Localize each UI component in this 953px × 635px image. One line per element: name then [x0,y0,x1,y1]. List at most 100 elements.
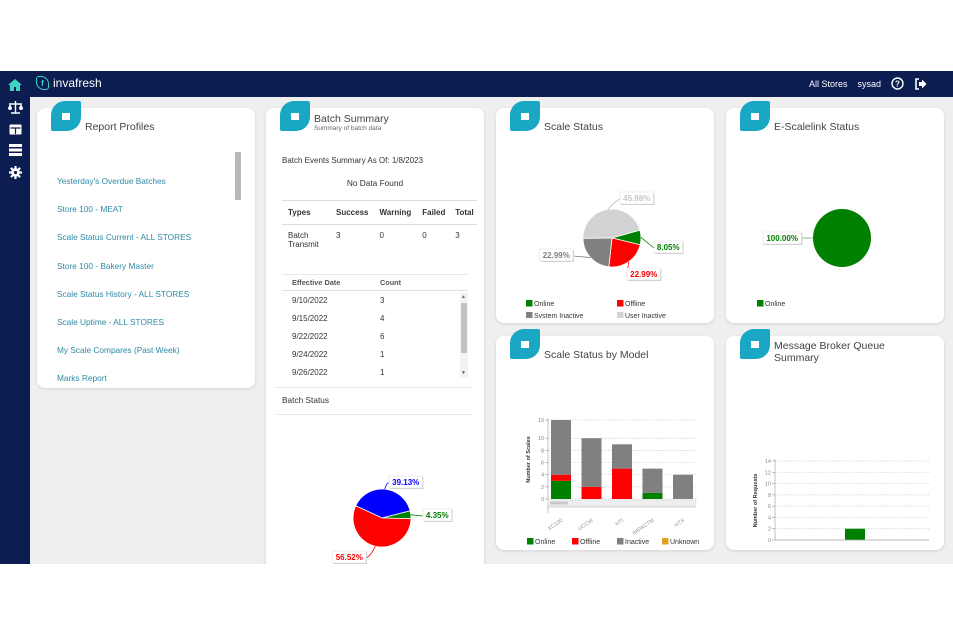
count-cell: 1 [380,349,385,359]
legend-swatch [572,538,579,545]
scrollbar[interactable]: ▲ ▼ [460,293,468,377]
svg-text:?: ? [895,79,900,88]
column-header: Effective Date [292,278,341,287]
y-tick-label: 12 [765,470,771,476]
menu-icon [751,112,759,120]
report-profile-link[interactable]: Scale Status Current - ALL STORES [57,232,191,260]
count-cell: 6 [380,331,385,341]
scrollbar-thumb[interactable] [235,152,241,200]
table-grid-icon[interactable] [7,121,23,137]
user-menu[interactable]: sysad [857,79,881,89]
bar-segment-inactive [551,420,571,475]
y-tick-label: 2 [768,527,771,533]
card-menu-button[interactable] [740,101,770,131]
message-broker-queue-card: Message Broker Queue Summary 0 2 4 6 8 10 12 14… [726,329,944,550]
scale-status-pie-chart: 45.98% 8.05% 22.99% 22.99% Online Offline Syst… [526,191,684,318]
legend-label: Offline [625,301,645,308]
legend-label: Online [534,301,554,308]
table-row[interactable]: 9/24/2022 1 [282,345,468,363]
effective-date-cell: 9/15/2022 [292,313,328,323]
card-title: Message Broker Queue Summary [774,340,885,364]
y-tick-label: 13 [538,418,544,424]
report-profile-link[interactable]: Store 100 - MEAT [57,204,191,232]
batch-status-label: Batch Status [282,395,330,405]
report-profile-link[interactable]: My Scale Compares (Past Week) [57,345,191,373]
brand-logo[interactable]: f invafresh [36,76,102,90]
legend-label: Online [765,301,785,308]
pie-label-connector [365,546,376,559]
table-cell: 3 [336,231,341,240]
table-row[interactable]: 9/22/2022 6 [282,327,468,345]
x-tick-label: HTI [614,517,625,527]
card-title: Report Profiles [85,121,155,133]
count-cell: 3 [380,295,385,305]
pie-label-connector [384,482,390,490]
scroll-up-icon[interactable]: ▲ [461,294,466,300]
y-axis-title: Number of Requests [753,474,759,528]
x-tick-label: IMPACTM [632,517,656,536]
legend-swatch [757,300,764,307]
effective-date-cell: 9/24/2022 [292,349,328,359]
bar-segment-offline [551,474,571,481]
card-menu-button[interactable] [51,101,81,131]
pie-value-label: 4.35% [426,511,449,520]
scroll-down-icon[interactable]: ▼ [461,370,466,376]
card-menu-button[interactable] [740,329,770,359]
y-axis-title: Number of Scales [526,436,532,482]
effective-date-cell: 9/22/2022 [292,331,328,341]
scale-balance-icon[interactable] [7,99,23,115]
store-selector[interactable]: All Stores [809,79,848,89]
table-row[interactable]: 9/15/2022 4 [282,309,468,327]
count-cell: 1 [380,367,385,377]
table-header-row: Effective Date Count [282,275,468,291]
report-profile-link[interactable]: Scale Status History - ALL STORES [57,289,191,317]
pie-value-label: 22.99% [630,270,657,279]
escalelink-status-pie-chart: 100.00% Online [757,209,871,308]
bar-segment-inactive [642,468,663,493]
legend-swatch [617,312,624,318]
report-profile-link[interactable]: Scale Uptime - ALL STORES [57,317,191,345]
report-profile-link[interactable]: Marks Report [57,373,191,401]
report-profile-link[interactable]: Yesterday's Overdue Batches [57,176,191,204]
pie-label-connector [410,514,424,517]
y-tick-label: 6 [541,461,544,467]
divider [276,387,472,388]
y-tick-label: 4 [541,473,544,479]
card-title: Scale Status by Model [544,349,649,361]
y-tick-label: 10 [765,482,771,488]
pie-value-label: 39.13% [392,478,419,487]
sign-out-icon[interactable] [914,77,927,90]
y-tick-label: 4 [768,515,771,521]
column-header: Warning [373,200,417,225]
summary-as-of: Batch Events Summary As Of: 1/8/2023 [282,156,423,165]
table-row[interactable]: 9/26/2022 1 [282,363,468,381]
scrollbar-thumb[interactable] [461,303,467,353]
scale-status-by-model-card: Scale Status by Model 0 2 4 6 8 10 13 Number of… [496,329,714,550]
pie-value-label: 45.98% [623,194,650,203]
effective-date-table: Effective Date Count 9/10/2022 3 9/15/2022… [282,274,468,377]
bar-segment-inactive [581,438,602,487]
column-header: Types [282,200,330,225]
gear-icon[interactable] [7,164,23,180]
card-menu-button[interactable] [510,329,540,359]
bar-segment-inactive [612,444,632,469]
effective-date-cell: 9/26/2022 [292,367,328,377]
home-icon[interactable] [7,77,23,93]
table-row: Batch Transmit 3 0 0 3 [282,225,477,254]
x-tick-label: XC100 [547,518,564,533]
card-menu-button[interactable] [280,101,310,131]
card-title: Scale Status [544,121,603,133]
message-broker-bar-chart: 02468101214Number of RequestsUSERIn Serv… [753,459,929,544]
server-stack-icon[interactable] [7,142,23,158]
report-profile-list: Yesterday's Overdue Batches Store 100 - M… [57,176,191,402]
legend-label: User Inactive [625,313,666,318]
y-tick-label: 8 [768,493,771,499]
card-menu-button[interactable] [510,101,540,131]
chart-scrollbar [547,499,697,507]
no-data-message: No Data Found [346,178,404,188]
report-profile-link[interactable]: Store 100 - Bakery Master [57,261,191,289]
table-cell: 0 [379,231,384,240]
bar-segment-offline [581,486,602,499]
table-row[interactable]: 9/10/2022 3 [282,291,468,309]
question-circle-icon[interactable]: ? [891,77,904,90]
